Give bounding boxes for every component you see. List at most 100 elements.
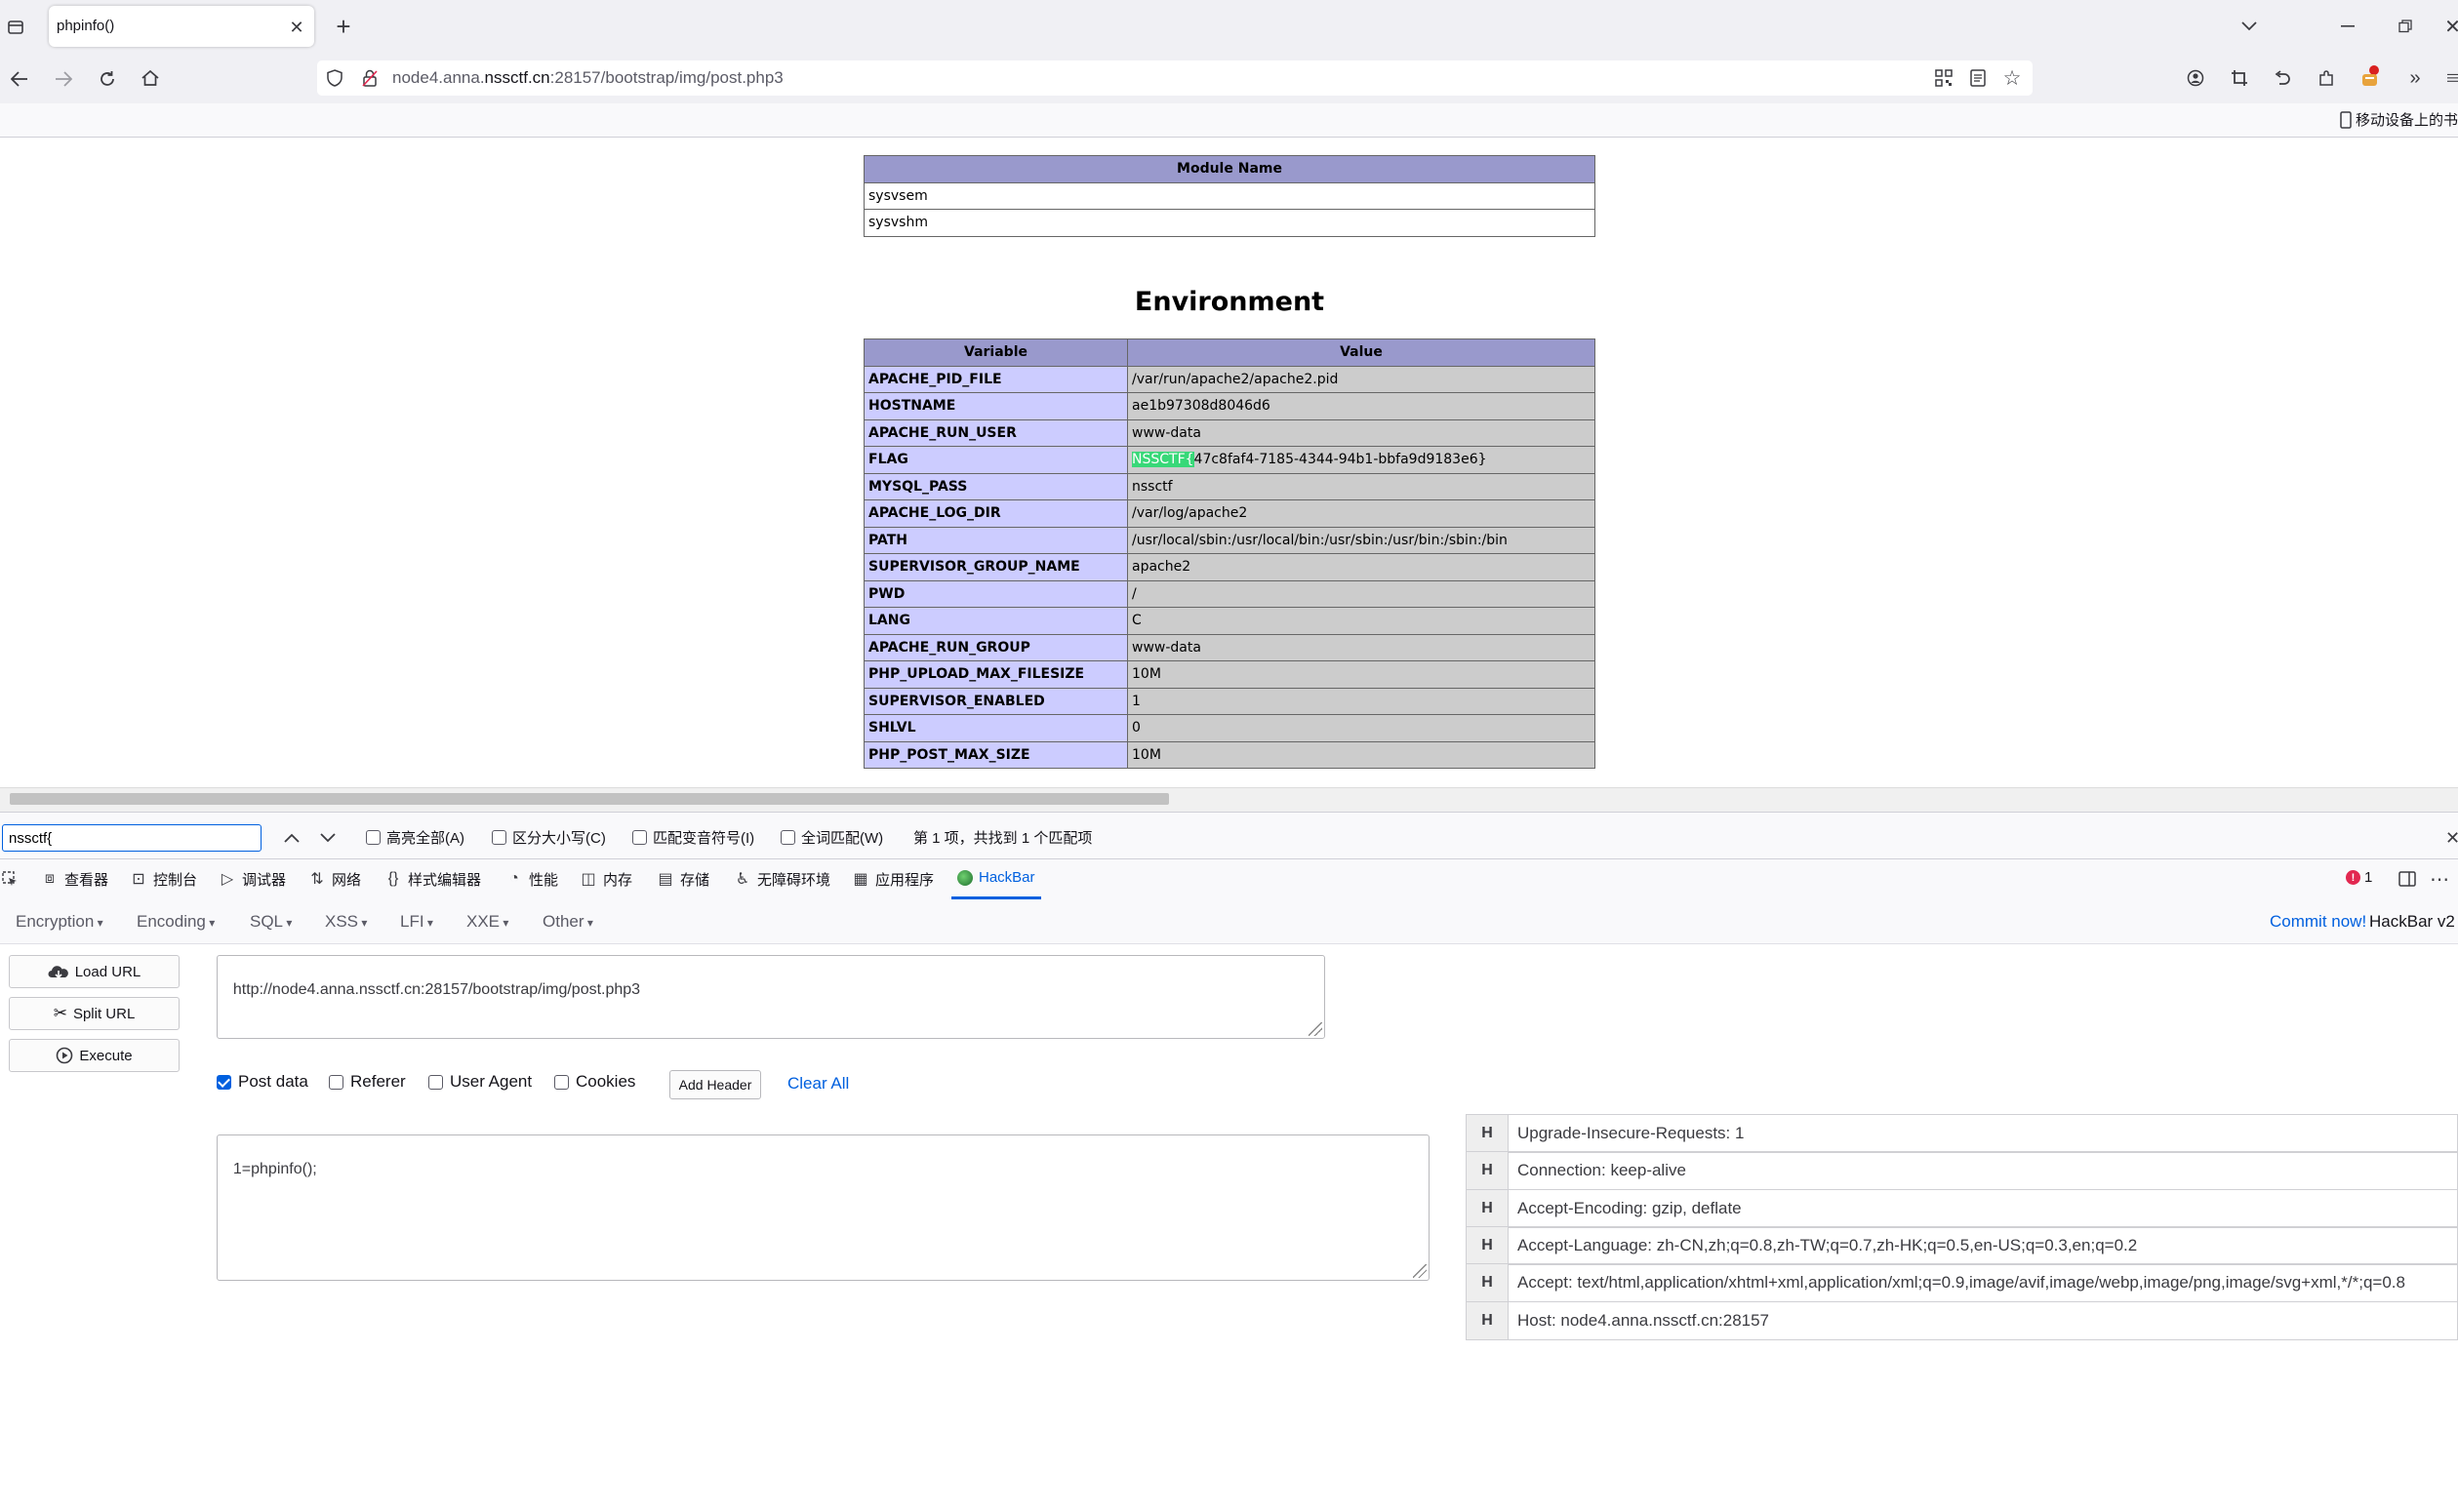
checkbox-box[interactable]: [329, 1074, 343, 1090]
chevron-down-icon[interactable]: [2236, 14, 2262, 39]
match-diacritics-checkbox[interactable]: 匹配变音符号(I): [632, 827, 754, 848]
home-icon[interactable]: [138, 65, 163, 91]
extension-badge-icon[interactable]: [2357, 62, 2383, 90]
menu-encryption[interactable]: Encryption: [16, 912, 103, 932]
highlight-all-checkbox[interactable]: 高亮全部(A): [366, 827, 464, 848]
tab-memory[interactable]: ◫ 内存: [580, 858, 632, 899]
add-header-button[interactable]: Add Header: [669, 1070, 761, 1099]
header-row[interactable]: H Connection: keep-alive: [1466, 1151, 2458, 1190]
env-variable: APACHE_PID_FILE: [864, 365, 1128, 393]
checkbox-box[interactable]: [554, 1074, 569, 1090]
header-value[interactable]: Upgrade-Insecure-Requests: 1: [1509, 1114, 2458, 1153]
header-key[interactable]: H: [1466, 1301, 1509, 1340]
split-url-button[interactable]: ✂ Split URL: [9, 997, 180, 1030]
close-find-icon[interactable]: ✕: [2447, 826, 2458, 850]
load-url-button[interactable]: Load URL: [9, 955, 180, 988]
header-value[interactable]: Accept: text/html,application/xhtml+xml,…: [1509, 1263, 2458, 1302]
tab-application[interactable]: ▦ 应用程序: [852, 858, 934, 899]
commit-now-link[interactable]: Commit now!: [2270, 912, 2366, 932]
overflow-chevron-icon[interactable]: »: [2403, 66, 2427, 90]
env-row: PHP_POST_MAX_SIZE 10M: [864, 740, 1595, 769]
find-input[interactable]: [2, 824, 262, 852]
account-icon[interactable]: [2184, 66, 2207, 90]
more-options-icon[interactable]: ⋯: [2428, 867, 2451, 891]
insecure-lock-icon[interactable]: [359, 67, 381, 89]
execute-button[interactable]: Execute: [9, 1039, 180, 1072]
checkbox-box[interactable]: [366, 830, 381, 845]
header-value[interactable]: Host: node4.anna.nssctf.cn:28157: [1509, 1301, 2458, 1340]
menu-lfi[interactable]: LFI: [400, 912, 433, 932]
minimize-icon[interactable]: [2335, 14, 2360, 39]
header-value[interactable]: Connection: keep-alive: [1509, 1151, 2458, 1190]
dock-side-icon[interactable]: [2396, 867, 2419, 891]
checkbox-box[interactable]: [632, 830, 647, 845]
url-textarea[interactable]: http://node4.anna.nssctf.cn:28157/bootst…: [217, 955, 1325, 1039]
header-row[interactable]: H Upgrade-Insecure-Requests: 1: [1466, 1114, 2458, 1153]
crop-icon[interactable]: [2228, 66, 2251, 90]
element-picker-icon[interactable]: [0, 868, 20, 890]
find-next-icon[interactable]: [315, 824, 341, 852]
env-value-text: 47c8faf4-7185-4344-94b1-bbfa9d9183e6}: [1193, 452, 1487, 468]
close-window-icon[interactable]: ✕: [2447, 14, 2458, 39]
whole-words-checkbox[interactable]: 全词匹配(W): [781, 827, 883, 848]
header-key[interactable]: H: [1466, 1114, 1509, 1153]
menu-xss[interactable]: XSS: [325, 912, 367, 932]
tab-console[interactable]: ⊡ 控制台: [130, 858, 197, 899]
header-key[interactable]: H: [1466, 1263, 1509, 1302]
match-case-checkbox[interactable]: 区分大小写(C): [492, 827, 606, 848]
header-row[interactable]: H Accept: text/html,application/xhtml+xml…: [1466, 1263, 2458, 1302]
clear-all-link[interactable]: Clear All: [787, 1074, 849, 1094]
header-row[interactable]: H Host: node4.anna.nssctf.cn:28157: [1466, 1301, 2458, 1340]
resize-grip-icon[interactable]: [1413, 1264, 1427, 1278]
post-data-checkbox[interactable]: Post data: [217, 1072, 308, 1092]
shield-icon[interactable]: [324, 67, 345, 89]
menu-xxe[interactable]: XXE: [466, 912, 508, 932]
menu-sql[interactable]: SQL: [250, 912, 292, 932]
url-text[interactable]: node4.anna.nssctf.cn:28157/bootstrap/img…: [392, 68, 784, 88]
reload-icon[interactable]: [95, 66, 120, 92]
forward-icon[interactable]: [51, 66, 76, 92]
back-icon[interactable]: [7, 66, 32, 92]
tab-list-icon[interactable]: [4, 16, 27, 39]
tab-storage[interactable]: ▤ 存储: [657, 858, 709, 899]
checkbox-box[interactable]: [492, 830, 506, 845]
tab-accessibility[interactable]: ♿ 无障碍环境: [734, 858, 830, 899]
tab-debugger[interactable]: ▷ 调试器: [219, 858, 286, 899]
new-tab-icon[interactable]: +: [332, 12, 355, 41]
checkbox-box[interactable]: [781, 830, 795, 845]
header-key[interactable]: H: [1466, 1226, 1509, 1265]
tab-hackbar[interactable]: HackBar: [951, 858, 1041, 899]
menu-encoding[interactable]: Encoding: [137, 912, 215, 932]
restore-icon[interactable]: [2393, 14, 2418, 39]
menu-other[interactable]: Other: [543, 912, 593, 932]
scrollbar-thumb[interactable]: [10, 793, 1169, 805]
user-agent-checkbox[interactable]: User Agent: [428, 1072, 532, 1092]
header-value[interactable]: Accept-Encoding: gzip, deflate: [1509, 1189, 2458, 1228]
post-data-textarea[interactable]: 1=phpinfo();: [217, 1134, 1430, 1281]
extensions-puzzle-icon[interactable]: [2315, 66, 2338, 90]
tab-style-editor[interactable]: {} 样式编辑器: [384, 858, 481, 899]
reader-view-icon[interactable]: [1967, 67, 1989, 89]
menu-icon[interactable]: [2447, 66, 2458, 90]
tab-performance[interactable]: ◔ 性能: [505, 858, 558, 899]
star-bookmark-icon[interactable]: ☆: [2000, 66, 2024, 90]
header-row[interactable]: H Accept-Language: zh-CN,zh;q=0.8,zh-TW;q…: [1466, 1226, 2458, 1265]
cookies-checkbox[interactable]: Cookies: [554, 1072, 635, 1092]
tab-network[interactable]: ⇅ 网络: [308, 858, 361, 899]
checkbox-box[interactable]: [428, 1074, 443, 1090]
checkbox-box[interactable]: [217, 1074, 231, 1090]
tab-inspector[interactable]: ⧈ 查看器: [41, 858, 108, 899]
qr-code-icon[interactable]: [1933, 67, 1954, 89]
mobile-bookmarks-label[interactable]: 移动设备上的书: [2356, 109, 2458, 130]
env-value: C: [1127, 607, 1595, 635]
find-previous-icon[interactable]: [279, 824, 304, 852]
error-count-badge[interactable]: ! 1: [2346, 869, 2372, 886]
resize-grip-icon[interactable]: [1309, 1022, 1322, 1036]
header-value[interactable]: Accept-Language: zh-CN,zh;q=0.8,zh-TW;q=…: [1509, 1226, 2458, 1265]
header-key[interactable]: H: [1466, 1189, 1509, 1228]
header-key[interactable]: H: [1466, 1151, 1509, 1190]
header-row[interactable]: H Accept-Encoding: gzip, deflate: [1466, 1189, 2458, 1228]
undo-icon[interactable]: [2271, 66, 2294, 90]
close-tab-icon[interactable]: ✕: [285, 16, 308, 39]
referer-checkbox[interactable]: Referer: [329, 1072, 406, 1092]
